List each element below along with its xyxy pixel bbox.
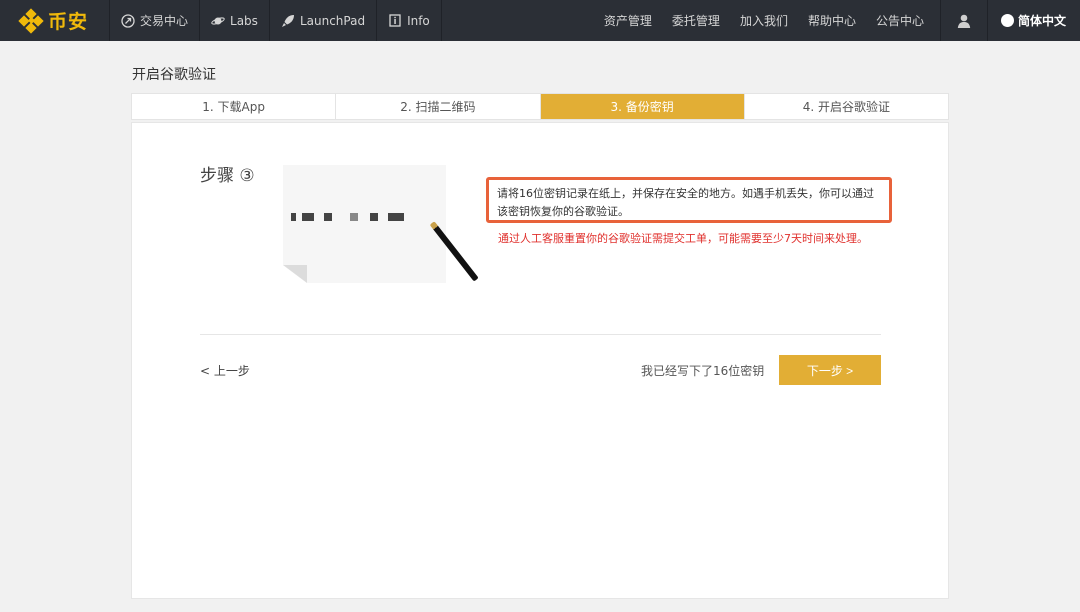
logo[interactable]: 币安 xyxy=(0,0,110,41)
right-nav: 资产管理 委托管理 加入我们 帮助中心 公告中心 简体中文 xyxy=(594,0,1080,41)
step-tabs: 1. 下载App 2. 扫描二维码 3. 备份密钥 4. 开启谷歌验证 xyxy=(131,93,949,120)
step-tab-backup-key[interactable]: 3. 备份密钥 xyxy=(540,94,745,119)
masked-key xyxy=(291,213,404,221)
language-selector[interactable]: 简体中文 xyxy=(988,0,1080,41)
nav-item-exchange[interactable]: 交易中心 xyxy=(110,0,201,41)
user-menu[interactable] xyxy=(939,0,988,41)
user-icon xyxy=(957,14,971,28)
nav-item-label: Labs xyxy=(230,13,258,28)
info-icon xyxy=(388,14,402,28)
paper-illustration xyxy=(283,165,446,283)
content-card: 步骤 ③ 请将16位密钥记录在纸上，并保存在安全的地方。如遇手机丢失，你可以通过… xyxy=(131,122,949,599)
brand-logo-icon xyxy=(18,7,44,34)
reset-warning: 通过人工客服重置你的谷歌验证需提交工单，可能需要至少7天时间来处理。 xyxy=(498,232,868,245)
previous-step-link[interactable]: < 上一步 xyxy=(200,362,250,379)
nav-orders[interactable]: 委托管理 xyxy=(662,0,730,41)
paper-fold xyxy=(283,265,307,283)
step-tab-download-app[interactable]: 1. 下载App xyxy=(132,94,337,119)
language-label: 简体中文 xyxy=(1017,14,1066,28)
globe-icon xyxy=(1000,14,1014,27)
brand-name: 币安 xyxy=(48,11,89,33)
nav-item-label: 交易中心 xyxy=(140,14,189,28)
confirm-written-text: 我已经写下了16位密钥 xyxy=(641,364,765,378)
nav-item-info[interactable]: Info xyxy=(377,0,442,41)
step-tab-enable-google-auth[interactable]: 4. 开启谷歌验证 xyxy=(745,94,948,119)
nav-item-label: LaunchPad xyxy=(299,13,366,28)
top-nav: 币安 交易中心 Labs LaunchPad Info 资产管理 委托管理 加入… xyxy=(0,0,1080,41)
exchange-icon xyxy=(121,13,135,28)
planet-icon xyxy=(211,14,225,28)
nav-item-launchpad[interactable]: LaunchPad xyxy=(270,0,378,41)
rocket-icon xyxy=(281,14,295,28)
page-title: 开启谷歌验证 xyxy=(132,67,216,83)
nav-item-labs[interactable]: Labs xyxy=(200,0,270,41)
divider xyxy=(200,334,881,335)
nav-help-center[interactable]: 帮助中心 xyxy=(798,0,866,41)
step-tab-scan-qr[interactable]: 2. 扫描二维码 xyxy=(336,94,541,119)
step-heading: 步骤 ③ xyxy=(200,166,255,186)
nav-assets[interactable]: 资产管理 xyxy=(594,0,662,41)
next-step-button[interactable]: 下一步 > xyxy=(779,355,881,385)
nav-join-us[interactable]: 加入我们 xyxy=(730,0,798,41)
backup-hint-box: 请将16位密钥记录在纸上，并保存在安全的地方。如遇手机丢失，你可以通过该密钥恢复… xyxy=(486,177,892,223)
nav-announcements[interactable]: 公告中心 xyxy=(866,0,934,41)
nav-item-label: Info xyxy=(407,13,430,28)
